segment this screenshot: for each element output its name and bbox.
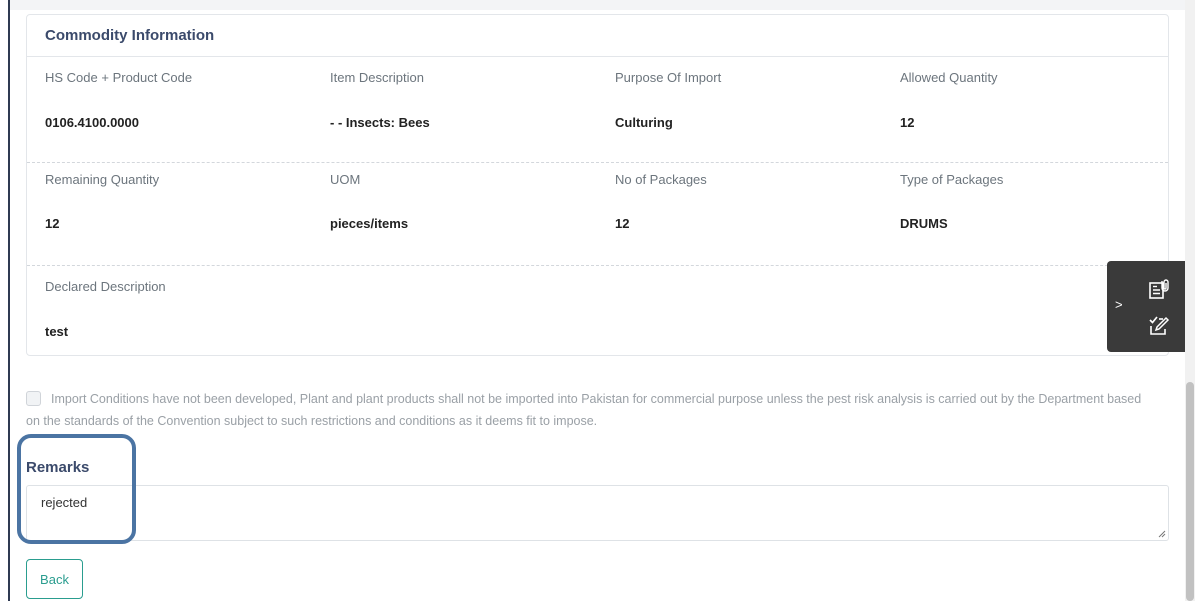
commodity-information-card: Commodity Information HS Code + Product … (26, 14, 1169, 356)
info-row-2: Remaining Quantity 12 UOM pieces/items N… (27, 163, 1168, 266)
field-value: DRUMS (900, 216, 948, 231)
field-label: Remaining Quantity (45, 172, 160, 187)
field-label: UOM (330, 172, 361, 187)
field-label: Item Description (330, 70, 424, 85)
field-label: No of Packages (615, 172, 707, 187)
document-attachment-icon[interactable] (1147, 278, 1171, 302)
remarks-textarea[interactable]: rejected (26, 485, 1169, 541)
scrollbar[interactable] (1185, 0, 1195, 601)
left-border (8, 0, 10, 601)
field-value: pieces/items (330, 216, 409, 231)
field-value: test (45, 324, 69, 339)
field-label: Allowed Quantity (900, 70, 998, 85)
field-value: 12 (45, 216, 60, 231)
chevron-right-icon[interactable]: > (1115, 297, 1123, 312)
field-value: 12 (615, 216, 630, 231)
back-button[interactable]: Back (26, 559, 83, 599)
field-value: Culturing (615, 115, 673, 130)
resize-handle-icon[interactable] (1158, 530, 1166, 538)
import-condition-text: Import Conditions have not been develope… (26, 392, 1142, 428)
scrollbar-thumb[interactable] (1186, 382, 1194, 601)
edit-checklist-icon[interactable] (1147, 313, 1171, 337)
annotation-highlight (17, 434, 136, 544)
field-label: Type of Packages (900, 172, 1004, 187)
page: Commodity Information HS Code + Product … (0, 0, 1195, 601)
field-label: HS Code + Product Code (45, 70, 193, 85)
card-header: Commodity Information (27, 15, 1168, 57)
field-value: 0106.4100.0000 (45, 115, 139, 130)
floating-action-panel: > (1107, 261, 1186, 352)
field-label: Declared Description (45, 279, 166, 294)
top-spacer (10, 0, 1185, 10)
import-condition-checkbox[interactable] (26, 391, 41, 406)
field-value: 12 (900, 115, 915, 130)
import-condition: Import Conditions have not been develope… (26, 388, 1156, 432)
info-row-3: Declared Description test (27, 266, 1168, 355)
field-value: - - Insects: Bees (330, 115, 430, 130)
card-title: Commodity Information (45, 27, 215, 44)
info-row-1: HS Code + Product Code 0106.4100.0000 It… (27, 57, 1168, 163)
field-label: Purpose Of Import (615, 70, 722, 85)
